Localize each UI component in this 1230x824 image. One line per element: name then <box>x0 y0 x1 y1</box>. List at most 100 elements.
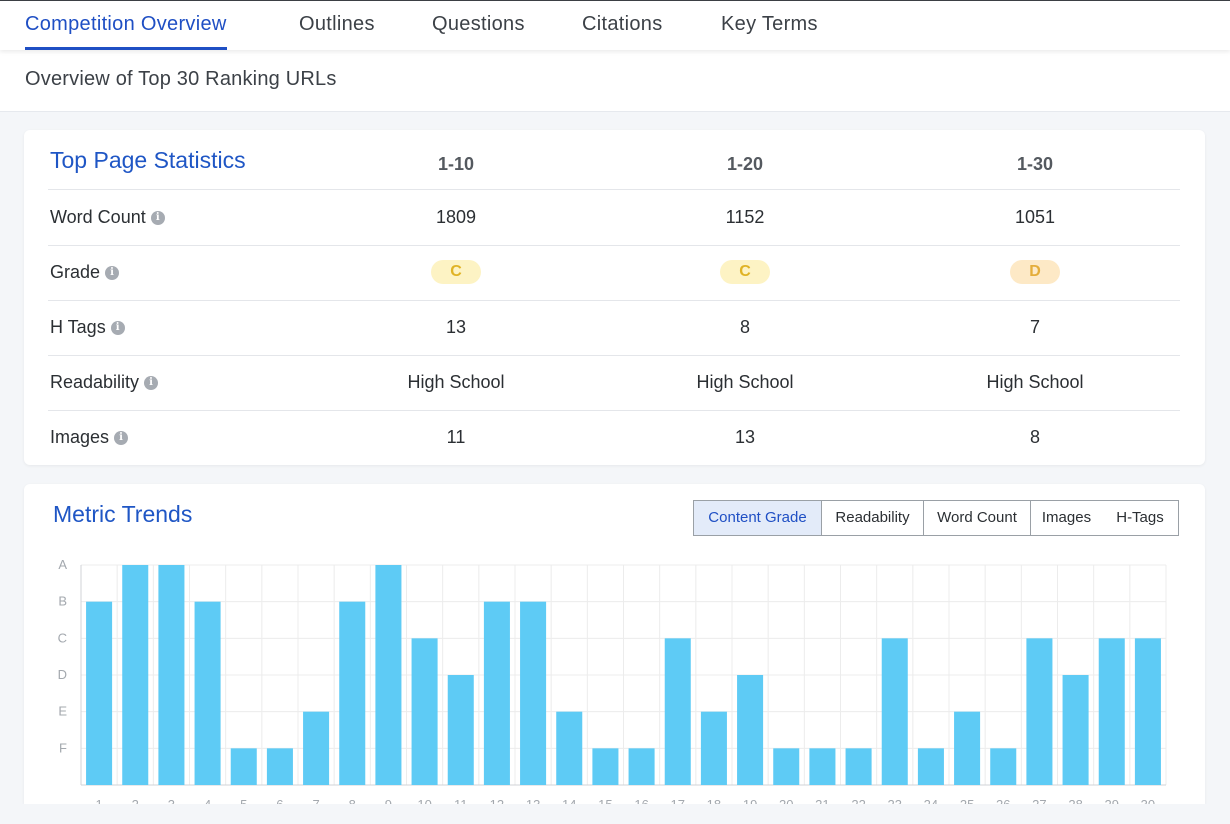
tab-key-terms[interactable]: Key Terms <box>721 1 818 50</box>
readability-1-30: High School <box>986 372 1084 392</box>
grade-badge: C <box>431 260 481 284</box>
bar <box>700 711 727 785</box>
x-tick-label: 21 <box>815 797 829 804</box>
grade-cell-1-30: D <box>935 260 1135 284</box>
bar <box>447 675 474 785</box>
x-tick-label: 24 <box>924 797 938 804</box>
x-tick-label: 10 <box>417 797 431 804</box>
tab-competition-overview[interactable]: Competition Overview <box>25 1 227 50</box>
stats-title: Top Page Statistics <box>50 147 246 173</box>
x-tick-label: 11 <box>454 797 468 804</box>
row-label-text: Grade <box>50 262 101 282</box>
section-header: Overview of Top 30 Ranking URLs <box>0 50 1230 112</box>
x-tick-label: 15 <box>598 797 612 804</box>
info-icon[interactable]: i <box>144 375 159 390</box>
bar <box>375 565 402 785</box>
word-count-1-20: 1152 <box>725 207 765 227</box>
grade-badge: D <box>1010 260 1060 284</box>
images-1-10: 11 <box>446 427 466 447</box>
readability-1-20: High School <box>696 372 794 392</box>
x-tick-label: 1 <box>95 797 102 804</box>
x-tick-label: 2 <box>132 797 139 804</box>
row-label-word-count: Word Count i <box>50 207 165 228</box>
tab-citations[interactable]: Citations <box>582 1 663 50</box>
bar <box>483 601 510 785</box>
info-icon[interactable]: i <box>114 430 129 445</box>
h-tags-1-20: 8 <box>739 317 750 337</box>
row-label-text: Images <box>50 427 110 447</box>
bar <box>520 601 547 785</box>
x-tick-label: 14 <box>562 797 576 804</box>
x-tick-label: 4 <box>204 797 211 804</box>
bar <box>339 601 366 785</box>
y-tick-label: F <box>59 740 67 755</box>
x-tick-label: 29 <box>1105 797 1119 804</box>
bar <box>592 748 619 785</box>
bar <box>266 748 293 785</box>
top-page-statistics-card: Top Page Statistics 1-10 1-20 1-30 Word … <box>24 130 1205 465</box>
stats-row-word-count: Word Count i 1809 1152 1051 <box>48 191 1180 246</box>
word-count-1-30: 1051 <box>1014 207 1056 227</box>
x-tick-label: 26 <box>996 797 1010 804</box>
x-tick-label: 27 <box>1032 797 1046 804</box>
grade-cell-1-10: C <box>356 260 556 284</box>
x-tick-label: 13 <box>526 797 540 804</box>
bar <box>881 638 908 785</box>
x-tick-label: 22 <box>851 797 865 804</box>
content-grade-chart: ABCDEF1234567891011121314151617181920212… <box>58 557 1167 804</box>
info-icon[interactable]: i <box>110 320 125 335</box>
grade-badge: C <box>720 260 770 284</box>
bar <box>230 748 257 785</box>
readability-1-10: High School <box>407 372 505 392</box>
y-tick-label: C <box>58 630 67 645</box>
x-tick-label: 3 <box>168 797 175 804</box>
bar <box>411 638 438 785</box>
bar <box>158 565 185 785</box>
stats-row-grade: Grade i C C D <box>48 246 1180 301</box>
x-tick-label: 9 <box>385 797 392 804</box>
row-label-readability: Readability i <box>50 372 159 393</box>
x-tick-label: 19 <box>743 797 757 804</box>
row-label-grade: Grade i <box>50 262 120 283</box>
info-icon[interactable]: i <box>150 210 165 225</box>
word-count-1-10: 1809 <box>435 207 477 227</box>
bar <box>990 748 1017 785</box>
column-head-1-20: 1-20 <box>726 154 764 174</box>
bar <box>628 748 655 785</box>
x-tick-label: 23 <box>888 797 902 804</box>
y-tick-label: D <box>58 667 67 682</box>
page-bottom <box>0 804 1230 824</box>
bar <box>954 711 981 785</box>
grade-cell-1-20: C <box>645 260 845 284</box>
tab-outlines[interactable]: Outlines <box>299 1 375 50</box>
x-tick-label: 12 <box>490 797 504 804</box>
x-tick-label: 6 <box>276 797 283 804</box>
x-tick-label: 20 <box>779 797 793 804</box>
stats-row-h-tags: H Tags i 13 8 7 <box>48 301 1180 356</box>
tab-questions[interactable]: Questions <box>432 1 525 50</box>
bar <box>664 638 691 785</box>
row-label-h-tags: H Tags i <box>50 317 125 338</box>
tab-bar: Competition Overview Outlines Questions … <box>0 0 1230 50</box>
x-tick-label: 25 <box>960 797 974 804</box>
stats-row-images: Images i 11 13 8 <box>48 411 1180 466</box>
bar <box>773 748 800 785</box>
stats-row-readability: Readability i High School High School Hig… <box>48 356 1180 411</box>
row-label-text: Readability <box>50 372 140 392</box>
row-label-text: H Tags <box>50 317 106 337</box>
info-icon[interactable]: i <box>105 265 120 280</box>
x-tick-label: 28 <box>1068 797 1082 804</box>
bar <box>1098 638 1125 785</box>
images-1-20: 13 <box>734 427 756 447</box>
bar <box>556 711 583 785</box>
y-tick-label: A <box>58 557 67 572</box>
x-tick-label: 18 <box>707 797 721 804</box>
row-label-images: Images i <box>50 427 129 448</box>
y-tick-label: E <box>58 704 67 719</box>
bar <box>1134 638 1161 785</box>
bar <box>845 748 872 785</box>
column-head-1-10: 1-10 <box>437 154 475 174</box>
x-tick-label: 5 <box>240 797 247 804</box>
metric-trends-card: Metric Trends Content Grade Readability … <box>24 484 1205 804</box>
bar <box>809 748 836 785</box>
